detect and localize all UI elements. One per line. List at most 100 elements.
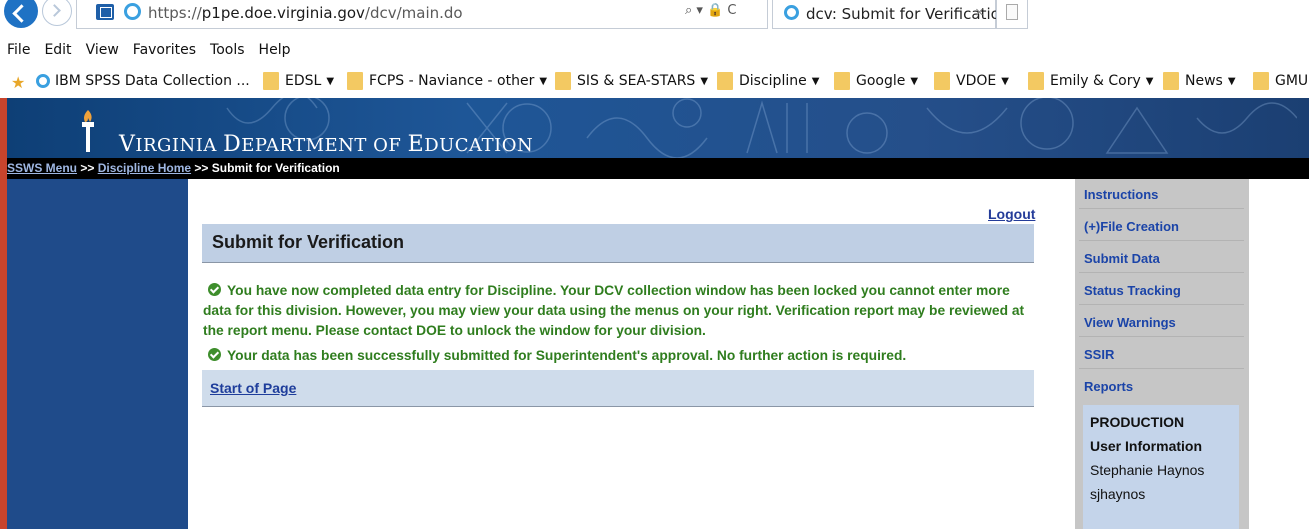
folder-icon xyxy=(347,72,363,90)
torch-logo-icon xyxy=(82,110,94,152)
ie-page-icon xyxy=(36,74,50,88)
user-info-heading: User Information xyxy=(1090,438,1203,454)
submitted-message: Your data has been successfully submitte… xyxy=(203,346,1038,366)
address-tools[interactable]: ⌕ ▾ 🔒 C xyxy=(685,3,736,18)
breadcrumb-separator: >> xyxy=(191,161,212,175)
menu-file[interactable]: File xyxy=(0,38,37,62)
folder-icon xyxy=(263,72,279,90)
logout-link[interactable]: Logout xyxy=(988,206,1035,222)
menu-divider xyxy=(1079,336,1244,337)
locked-message: You have now completed data entry for Di… xyxy=(203,281,1038,341)
menu-divider xyxy=(1079,208,1244,209)
fav-item-discipline[interactable]: Discipline ▼ xyxy=(717,71,819,91)
fav-label: VDOE xyxy=(956,73,997,89)
fav-item-edsl[interactable]: EDSL ▼ xyxy=(263,71,334,91)
start-of-page-bar: Start of Page xyxy=(202,370,1034,407)
fav-item-fcps[interactable]: FCPS - Naviance - other ▼ xyxy=(347,71,547,91)
menu-help[interactable]: Help xyxy=(252,38,298,62)
url-path: /dcv/main.do xyxy=(364,4,463,22)
agency-word-education: DUCATION xyxy=(424,135,534,156)
menu-reports[interactable]: Reports xyxy=(1084,379,1133,394)
page-title-box: Submit for Verification xyxy=(202,224,1034,263)
chevron-down-icon: ▼ xyxy=(1227,75,1236,87)
new-tab-button[interactable] xyxy=(996,0,1028,29)
fav-label: Emily & Cory xyxy=(1050,73,1141,89)
fav-item-news[interactable]: News ▼ xyxy=(1163,71,1236,91)
submitted-message-text: Your data has been successfully submitte… xyxy=(227,348,907,363)
menu-view-warnings[interactable]: View Warnings xyxy=(1084,315,1176,330)
user-full-name: Stephanie Haynos xyxy=(1090,462,1205,478)
fav-item-ibm-spss[interactable]: IBM SPSS Data Collection ... xyxy=(36,71,250,91)
favorites-star-icon[interactable]: ★ xyxy=(11,73,25,93)
url-prefix: https:// xyxy=(148,4,202,22)
tab-close-icon[interactable]: × xyxy=(975,4,984,21)
folder-icon xyxy=(834,72,850,90)
fav-item-sis[interactable]: SIS & SEA-STARS ▼ xyxy=(555,71,708,91)
agency-initial-d: D xyxy=(223,132,242,157)
menu-bar: File Edit View Favorites Tools Help xyxy=(0,38,297,62)
breadcrumb-current: Submit for Verification xyxy=(211,161,340,175)
menu-favorites[interactable]: Favorites xyxy=(126,38,203,62)
fav-label: Google xyxy=(856,73,906,89)
url-host: p1pe.doe.virginia.gov xyxy=(201,4,365,22)
folder-icon xyxy=(717,72,733,90)
left-window-border xyxy=(0,98,7,529)
ie-icon xyxy=(124,3,141,20)
back-button[interactable] xyxy=(4,0,38,28)
forward-button[interactable] xyxy=(42,0,72,26)
breadcrumb-separator: >> xyxy=(77,161,98,175)
fav-label: GMU xyxy=(1275,73,1309,89)
vdoe-banner: VIRGINIA DEPARTMENT OF EDUCATION xyxy=(7,98,1309,158)
agency-initial-v: V xyxy=(119,132,136,157)
menu-submit-data[interactable]: Submit Data xyxy=(1084,251,1160,266)
folder-icon xyxy=(934,72,950,90)
agency-word-department: EPARTMENT OF xyxy=(241,135,408,156)
check-circle-icon xyxy=(208,348,221,361)
chevron-down-icon: ▼ xyxy=(910,75,919,87)
folder-icon xyxy=(1253,72,1269,90)
chevron-down-icon: ▼ xyxy=(811,75,820,87)
fav-label: IBM SPSS Data Collection ... xyxy=(55,73,250,89)
chevron-down-icon: ▼ xyxy=(539,75,548,87)
agency-initial-e: E xyxy=(407,132,425,157)
check-circle-icon xyxy=(208,283,221,296)
breadcrumb-discipline-home[interactable]: Discipline Home xyxy=(98,161,191,175)
fav-item-gmu[interactable]: GMU xyxy=(1253,71,1308,91)
tab-ie-icon xyxy=(784,5,799,20)
start-of-page-link[interactable]: Start of Page xyxy=(210,380,296,396)
menu-divider xyxy=(1079,304,1244,305)
user-info-box: PRODUCTION User Information Stephanie Ha… xyxy=(1083,405,1239,529)
fav-item-google[interactable]: Google ▼ xyxy=(834,71,918,91)
agency-word-virginia: IRGINIA xyxy=(135,135,224,156)
chevron-down-icon: ▼ xyxy=(326,75,335,87)
menu-divider xyxy=(1079,368,1244,369)
address-url[interactable]: https://p1pe.doe.virginia.gov/dcv/main.d… xyxy=(148,4,463,22)
browser-toolbar: https://p1pe.doe.virginia.gov/dcv/main.d… xyxy=(0,0,1309,38)
menu-ssir[interactable]: SSIR xyxy=(1084,347,1114,362)
left-panel xyxy=(7,179,188,529)
fav-label: SIS & SEA-STARS xyxy=(577,73,696,89)
menu-view[interactable]: View xyxy=(79,38,126,62)
menu-divider xyxy=(1079,272,1244,273)
locked-message-text: You have now completed data entry for Di… xyxy=(203,283,1025,338)
folder-icon xyxy=(555,72,571,90)
fav-item-emily-cory[interactable]: Emily & Cory ▼ xyxy=(1028,71,1153,91)
environment-label: PRODUCTION xyxy=(1090,414,1185,430)
fav-label: Discipline xyxy=(739,73,807,89)
chevron-down-icon: ▼ xyxy=(1001,75,1009,87)
folder-icon xyxy=(1028,72,1044,90)
menu-edit[interactable]: Edit xyxy=(37,38,78,62)
user-username: sjhaynos xyxy=(1090,486,1146,502)
fav-label: News xyxy=(1185,73,1223,89)
page-title: Submit for Verification xyxy=(212,232,405,252)
menu-instructions[interactable]: Instructions xyxy=(1084,187,1158,202)
chevron-down-icon: ▼ xyxy=(1145,75,1154,87)
menu-file-creation[interactable]: (+)File Creation xyxy=(1084,219,1179,234)
browser-tab[interactable]: dcv: Submit for Verification × xyxy=(772,0,1009,29)
fav-label: EDSL xyxy=(285,73,322,89)
breadcrumb-ssws-menu[interactable]: SSWS Menu xyxy=(7,161,77,175)
fav-item-vdoe[interactable]: VDOE ▼ xyxy=(934,71,1009,91)
menu-tools[interactable]: Tools xyxy=(203,38,252,62)
site-favicon-icon xyxy=(96,4,114,20)
menu-status-tracking[interactable]: Status Tracking xyxy=(1084,283,1181,298)
